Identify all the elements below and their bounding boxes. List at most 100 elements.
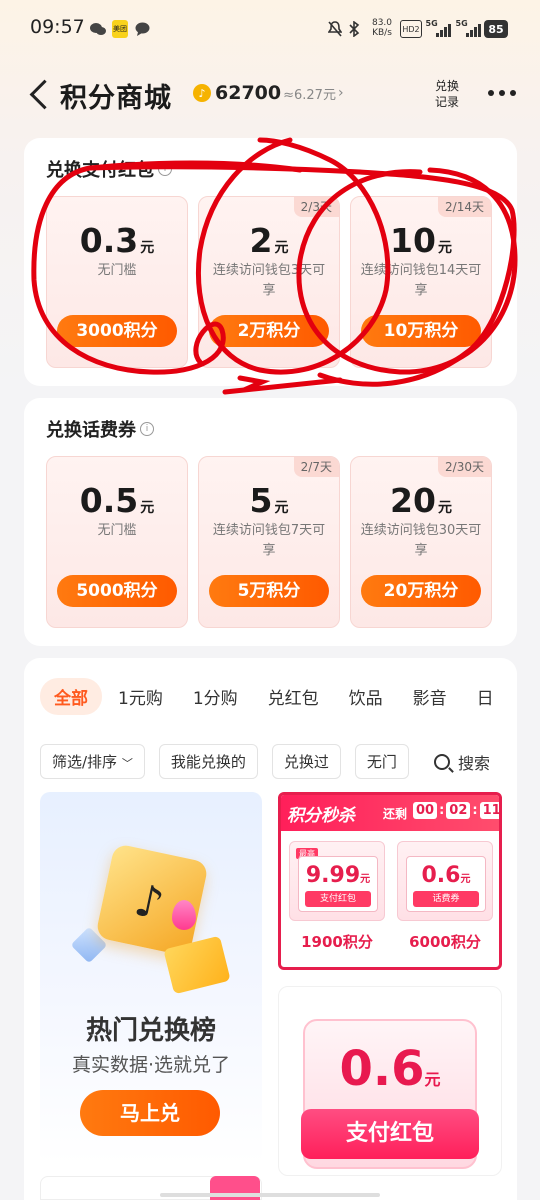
exchange-record-button[interactable]: 兑换 记录 [430,78,464,110]
coupon-amount-unit: 元 [140,500,155,516]
coupon-amount-unit: 元 [437,500,452,516]
douyin-logo-icon: ♪ [130,874,169,931]
message-icon [134,20,150,38]
filter-exchanged[interactable]: 兑换过 [271,744,341,779]
flash-sale-remain-label: 还剩 [383,807,408,821]
flash-item-label: 话费券 [413,891,479,907]
exchange-now-button[interactable]: 马上兑 [80,1090,220,1136]
tab-all[interactable]: 全部 [40,678,102,715]
coupon-amount-unit: 元 [274,240,289,256]
redpacket-section: 兑换支付红包 i 0.3 元 无门槛 3000积分 2/3天 2元 连续访问钱包3… [24,138,517,386]
phonebill-coupon[interactable]: 0.5 元 无门槛 5000积分 [46,456,188,628]
redpacket-section-title: 兑换支付红包 i [46,156,172,182]
info-icon[interactable]: i [140,422,154,436]
status-bar: 09:57 美团 83.0 KB/s HD2 5G 5G 85 [0,0,540,60]
coupon-amount-value: 2 [249,221,273,260]
chevron-down-icon: ﹀ [121,757,133,770]
timer-minutes: 02 [446,802,471,819]
countdown-timer: 00: 02: 11 [413,802,499,819]
filter-no-threshold[interactable]: 无门 [354,744,409,779]
flash-sale-card[interactable]: 积分秒杀 还剩 00: 02: 11 最高 9.99元 支付红包 0.6元 话费… [278,792,502,970]
flame-icon [172,900,196,930]
category-tabs: 全部 1元购 1分购 兑红包 饮品 影音 日 [40,678,510,715]
tab-daily[interactable]: 日 [463,678,508,715]
flash-item-chip: 9.99元 支付红包 [298,856,378,912]
header: 积分商城 ♪ 62700 ≈6.27元 › 兑换 记录 [0,60,540,130]
coupon-progress-tag: 2/14天 [438,197,491,217]
network-speed: 83.0 KB/s [368,16,396,40]
coupon-desc: 连续访问钱包30天可享 [360,523,482,558]
network-speed-unit: KB/s [372,28,392,38]
promo-redpacket-envelope: 0.6元 支付红包 [301,1019,479,1169]
tab-drinks[interactable]: 饮品 [335,678,397,715]
more-menu-icon[interactable] [488,90,516,96]
flash-item-amount: 0.6元 [407,863,485,888]
coupon-amount-value: 10 [390,221,436,260]
flash-item[interactable]: 0.6元 话费券 [397,841,493,921]
redpacket-coupon[interactable]: 0.3 元 无门槛 3000积分 [46,196,188,368]
flash-sale-title: 积分秒杀 [287,806,355,826]
flash-item-chip: 0.6元 话费券 [406,856,486,912]
coupon-exchange-button[interactable]: 20万积分 [361,575,481,607]
search-icon [434,754,450,770]
flash-item-price: 1900积分 [301,933,373,951]
phonebill-coupon[interactable]: 2/30天 20 元 连续访问钱包30天可享 20万积分 [350,456,492,628]
status-time: 09:57 [30,16,85,38]
redpacket-title-text: 兑换支付红包 [46,160,154,181]
tab-one-cent[interactable]: 1分购 [179,678,252,715]
points-yuan-value: ≈6.27元 [283,87,336,103]
flash-item[interactable]: 最高 9.99元 支付红包 [289,841,385,921]
coupon-amount-unit: 元 [274,500,289,516]
page-title: 积分商城 [60,83,172,114]
timer-seconds: 11 [479,802,499,819]
promo-amount: 0.6元 [305,1041,475,1097]
timer-hours: 00 [413,802,438,819]
flash-item-amount: 9.99元 [299,863,377,888]
coupon-exchange-button[interactable]: 3000积分 [57,315,177,347]
back-arrow-icon[interactable] [26,78,52,112]
search-button[interactable]: 搜索 [434,750,491,774]
coupon-amount-unit: 元 [140,240,155,256]
info-icon[interactable]: i [158,162,172,176]
coupon-exchange-button[interactable]: 10万积分 [361,315,481,347]
product-section: 全部 1元购 1分购 兑红包 饮品 影音 日 筛选/排序 ﹀ 我能兑换的 兑换过… [24,658,517,1200]
coupon-amount: 0.3 元 [47,221,187,260]
points-value: 62700 [215,82,282,104]
coupon-exchange-button[interactable]: 2万积分 [209,315,329,347]
promo-redpacket-card[interactable]: 0.6元 支付红包 [278,986,502,1176]
points-balance[interactable]: ♪ 62700 ≈6.27元 › [193,82,344,104]
coupon-amount: 0.5 元 [47,481,187,520]
coupon-exchange-button[interactable]: 5万积分 [209,575,329,607]
coupon-amount-value: 20 [390,481,436,520]
filter-sort-label: 筛选/排序 [52,753,118,771]
hot-ranking-card[interactable]: ♪ 热门兑换榜 真实数据·选就兑了 马上兑 [40,792,262,1164]
coupon-progress-tag: 2/30天 [438,457,491,477]
redpacket-coupon[interactable]: 2/14天 10 元 连续访问钱包14天可享 10万积分 [350,196,492,368]
hot-ranking-subtitle: 真实数据·选就兑了 [71,1054,231,1076]
flash-item-amount-unit: 元 [460,874,471,885]
tab-media[interactable]: 影音 [399,678,461,715]
tab-one-yuan[interactable]: 1元购 [104,678,177,715]
redpacket-coupon[interactable]: 2/3天 2元 连续访问钱包3天可享 2万积分 [198,196,340,368]
coupon-amount: 20 元 [351,481,491,520]
tab-redpacket[interactable]: 兑红包 [254,678,333,715]
filter-can-exchange[interactable]: 我能兑换的 [158,744,258,779]
phonebill-section: 兑换话费券 i 0.5 元 无门槛 5000积分 2/7天 5元 连续访问钱包7天… [24,398,517,646]
phonebill-coupon[interactable]: 2/7天 5元 连续访问钱包7天可享 5万积分 [198,456,340,628]
wechat-icon [90,20,106,38]
coupon-amount-value: 5 [249,481,273,520]
coupon-amount: 2元 [199,221,339,260]
flash-item-amount-unit: 元 [360,874,371,885]
coupon-desc: 无门槛 [97,263,137,278]
filter-sort-button[interactable]: 筛选/排序 ﹀ [40,744,145,779]
filter-bar: 筛选/排序 ﹀ 我能兑换的 兑换过 无门 [40,744,423,779]
bluetooth-icon [348,20,360,38]
flash-item-amount-value: 9.99 [305,863,361,888]
home-indicator[interactable] [160,1193,380,1197]
promo-label: 支付红包 [301,1109,479,1159]
coupon-desc: 连续访问钱包3天可享 [212,263,326,298]
coupon-progress-tag: 2/7天 [293,457,339,477]
flash-item-label: 支付红包 [305,891,371,907]
flash-item-price: 6000积分 [409,933,481,951]
coupon-exchange-button[interactable]: 5000积分 [57,575,177,607]
